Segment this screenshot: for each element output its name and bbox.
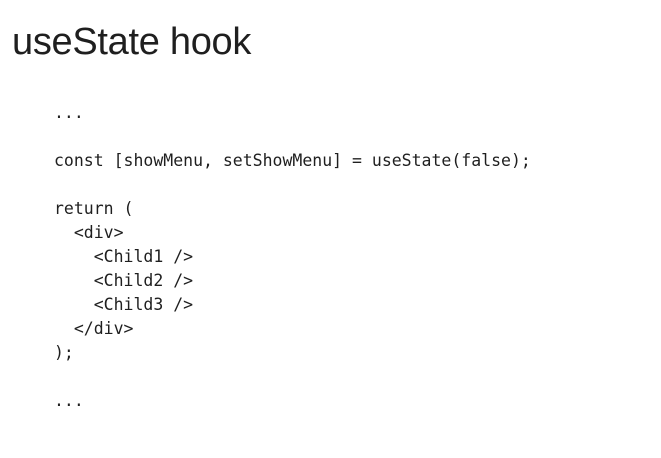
code-line-ellipsis-top: ... — [54, 103, 84, 122]
code-line-div-close: </div> — [54, 319, 134, 338]
code-line-child3: <Child3 /> — [54, 295, 194, 314]
code-line-ellipsis-bottom: ... — [54, 391, 84, 410]
code-line-return-close: ); — [54, 343, 74, 362]
code-line-div-open: <div> — [54, 223, 124, 242]
slide: useState hook ... const [showMenu, setSh… — [0, 0, 661, 458]
code-line-child1: <Child1 /> — [54, 247, 194, 266]
code-line-return-open: return ( — [54, 199, 134, 218]
slide-title: useState hook — [12, 21, 252, 63]
code-line-usestate-declaration: const [showMenu, setShowMenu] = useState… — [54, 151, 531, 170]
code-line-child2: <Child2 /> — [54, 271, 194, 290]
code-block: ... const [showMenu, setShowMenu] = useS… — [54, 101, 531, 413]
